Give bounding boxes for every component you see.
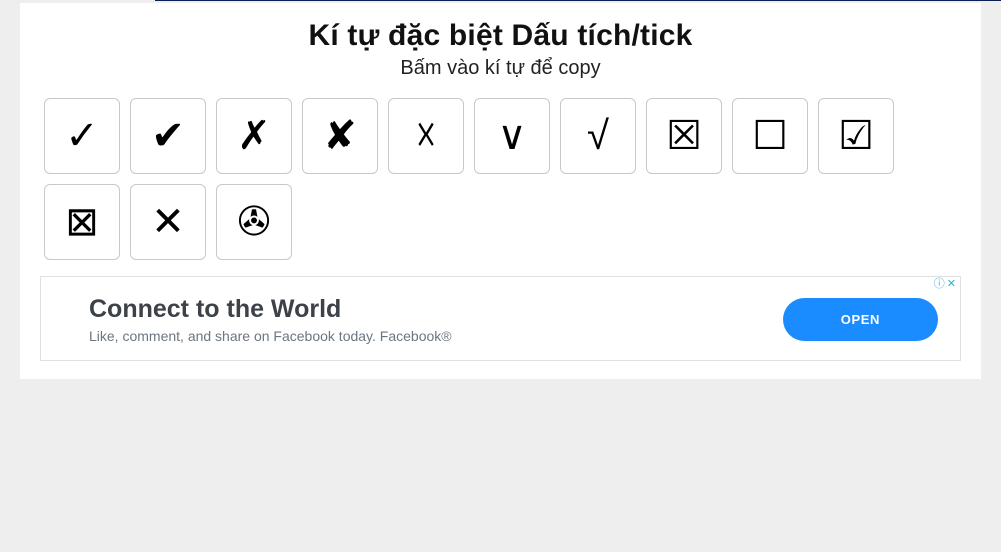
ad-info-controls[interactable]: ⓘ ✕	[934, 279, 956, 290]
ad-open-button[interactable]: OPEN	[783, 298, 938, 341]
symbol-cell-heavy-ballot-x[interactable]: ✘	[302, 98, 378, 174]
symbol-cell-logical-or[interactable]: ∨	[474, 98, 550, 174]
ad-close-icon[interactable]: ✕	[947, 279, 956, 290]
symbol-cell-ballot-box[interactable]: ☐	[732, 98, 808, 174]
symbol-cell-check-mark[interactable]: ✓	[44, 98, 120, 174]
ad-banner: ⓘ ✕ Connect to the World Like, comment, …	[40, 276, 961, 361]
symbol-cell-heavy-check-mark[interactable]: ✔	[130, 98, 206, 174]
ad-description: Like, comment, and share on Facebook tod…	[89, 328, 783, 344]
ad-info-icon[interactable]: ⓘ	[934, 279, 945, 290]
ad-text: Connect to the World Like, comment, and …	[89, 295, 783, 344]
symbol-cell-multiplication-x[interactable]: ✕	[130, 184, 206, 260]
page-title: Kí tự đặc biệt Dấu tích/tick	[40, 19, 961, 53]
symbol-cell-squared-cross[interactable]: ⊠	[44, 184, 120, 260]
symbol-cell-wheel-symbol[interactable]: ✇	[216, 184, 292, 260]
symbol-grid: ✓✔✗✘☓∨√☒☐☑ ⊠✕✇	[40, 98, 961, 272]
symbol-cell-ballot-x[interactable]: ✗	[216, 98, 292, 174]
symbol-cell-ballot-box-check[interactable]: ☑	[818, 98, 894, 174]
symbol-cell-ballot-box-x[interactable]: ☒	[646, 98, 722, 174]
symbol-cell-saltire[interactable]: ☓	[388, 98, 464, 174]
main-panel: Kí tự đặc biệt Dấu tích/tick Bấm vào kí …	[20, 3, 981, 379]
page-subtitle: Bấm vào kí tự để copy	[40, 57, 961, 80]
ad-title[interactable]: Connect to the World	[89, 295, 783, 324]
symbol-cell-square-root[interactable]: √	[560, 98, 636, 174]
